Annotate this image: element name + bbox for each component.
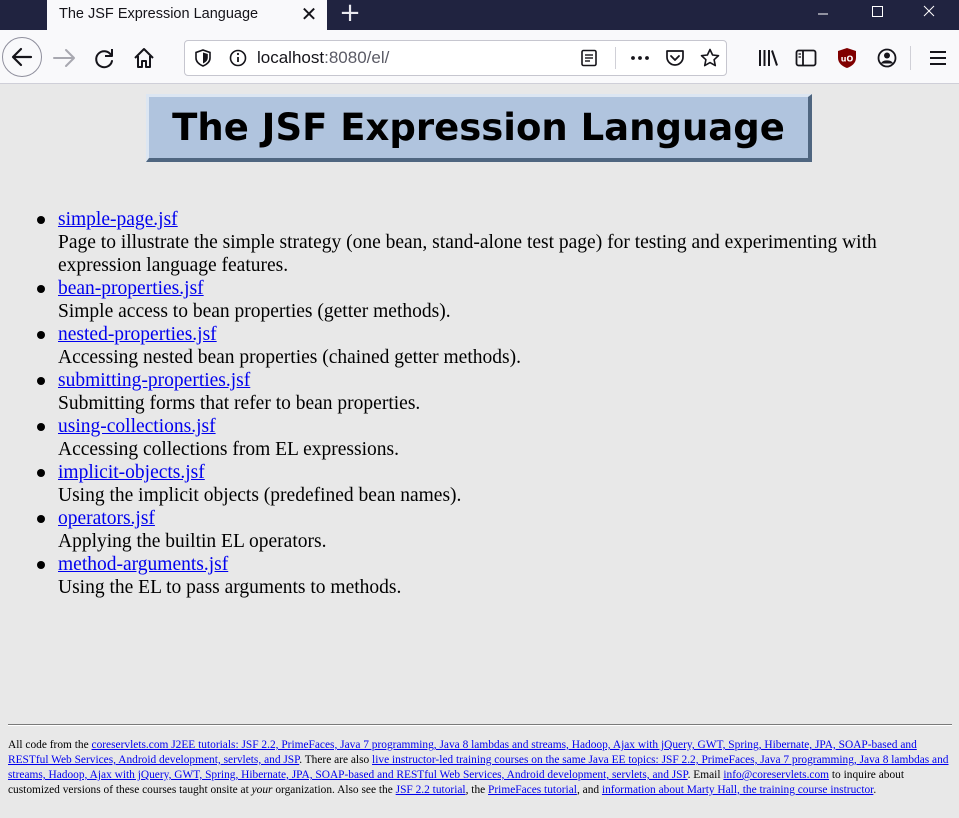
menu-icon[interactable] (922, 42, 954, 74)
list-item: using-collections.jsf Accessing collecti… (0, 415, 918, 461)
example-description: Submitting forms that refer to bean prop… (58, 393, 421, 414)
list-item: simple-page.jsf Page to illustrate the s… (0, 208, 918, 277)
page-title: The JSF Expression Language (172, 106, 785, 149)
bullet (37, 285, 45, 293)
tab-close-icon[interactable]: ✕ (297, 2, 321, 26)
example-description: Page to illustrate the simple strategy (… (58, 232, 877, 276)
example-link[interactable]: simple-page.jsf (58, 209, 178, 230)
home-icon[interactable] (128, 42, 160, 74)
footer-divider (8, 724, 952, 726)
email-link[interactable]: info@coreservlets.com (723, 769, 829, 781)
list-item: submitting-properties.jsf Submitting for… (0, 369, 918, 415)
example-link[interactable]: submitting-properties.jsf (58, 370, 250, 391)
example-link[interactable]: operators.jsf (58, 508, 155, 529)
reader-view-icon[interactable] (579, 48, 599, 68)
url-separator (615, 47, 616, 69)
footer-text-2: . There are also (299, 754, 373, 766)
bullet (37, 331, 45, 339)
more-icon[interactable] (628, 48, 652, 68)
maximize-button[interactable] (854, 0, 900, 28)
bullet (37, 423, 45, 431)
toolbar-separator (910, 46, 911, 70)
bullet (37, 561, 45, 569)
browser-tab[interactable]: The JSF Expression Language ✕ (47, 0, 327, 30)
footer-text: All code from the coreservlets.com J2EE … (8, 738, 952, 798)
url-host: localhost (257, 48, 325, 67)
footer-text-1: All code from the (8, 739, 92, 751)
example-description: Accessing nested bean properties (chaine… (58, 347, 521, 368)
forward-icon[interactable] (48, 42, 80, 74)
bookmark-star-icon[interactable] (699, 47, 721, 69)
sidebar-icon[interactable] (790, 42, 822, 74)
svg-text:uO: uO (841, 55, 854, 64)
back-button[interactable] (2, 37, 42, 77)
list-item: method-arguments.jsf Using the EL to pas… (0, 553, 918, 599)
footer-text-8: , and (576, 784, 602, 796)
url-path: :8080/el/ (324, 48, 390, 67)
example-description: Simple access to bean properties (getter… (58, 301, 451, 322)
example-description: Accessing collections from EL expression… (58, 439, 399, 460)
page-title-box: The JSF Expression Language (146, 94, 812, 162)
footer-text-3: . Email (687, 769, 724, 781)
example-link[interactable]: implicit-objects.jsf (58, 462, 205, 483)
list-item: operators.jsf Applying the builtin EL op… (0, 507, 918, 553)
example-list: simple-page.jsf Page to illustrate the s… (0, 208, 918, 599)
shield-icon[interactable] (193, 48, 213, 68)
footer-text-6: organization. Also see the (272, 784, 396, 796)
instructor-info-link[interactable]: information about Marty Hall, the traini… (602, 784, 873, 796)
new-tab-button[interactable]: + (336, 0, 364, 28)
example-link[interactable]: method-arguments.jsf (58, 554, 228, 575)
title-bar: The JSF Expression Language ✕ + (0, 0, 959, 30)
close-icon (923, 5, 935, 17)
example-link[interactable]: nested-properties.jsf (58, 324, 217, 345)
example-description: Using the implicit objects (predefined b… (58, 485, 462, 506)
account-icon[interactable] (871, 42, 903, 74)
library-icon[interactable] (752, 42, 784, 74)
close-window-button[interactable] (906, 0, 952, 28)
ublock-icon[interactable]: uO (831, 42, 863, 74)
minimize-icon (818, 13, 828, 15)
example-link[interactable]: using-collections.jsf (58, 416, 216, 437)
address-bar[interactable]: localhost:8080/el/ (184, 40, 727, 76)
bullet (37, 469, 45, 477)
maximize-icon (872, 6, 883, 17)
footer-text-7: , the (465, 784, 489, 796)
example-description: Applying the builtin EL operators. (58, 531, 327, 552)
back-icon (11, 47, 33, 67)
list-item: nested-properties.jsf Accessing nested b… (0, 323, 918, 369)
tab-title: The JSF Expression Language (59, 6, 259, 22)
footer-emphasis: your (251, 784, 273, 796)
footer-text-9: . (873, 784, 877, 796)
info-icon[interactable] (228, 48, 248, 68)
url-text[interactable]: localhost:8080/el/ (257, 48, 389, 68)
pocket-icon[interactable] (664, 47, 686, 69)
list-item: bean-properties.jsf Simple access to bea… (0, 277, 918, 323)
reload-icon[interactable] (88, 42, 120, 74)
example-link[interactable]: bean-properties.jsf (58, 278, 204, 299)
bullet (37, 216, 45, 224)
minimize-button[interactable] (800, 0, 846, 28)
list-item: implicit-objects.jsf Using the implicit … (0, 461, 918, 507)
bullet (37, 377, 45, 385)
page-content: The JSF Expression Language simple-page.… (0, 84, 959, 818)
primefaces-tutorial-link[interactable]: PrimeFaces tutorial (488, 784, 577, 796)
bullet (37, 515, 45, 523)
example-description: Using the EL to pass arguments to method… (58, 577, 402, 598)
jsf-tutorial-link[interactable]: JSF 2.2 tutorial (396, 784, 466, 796)
